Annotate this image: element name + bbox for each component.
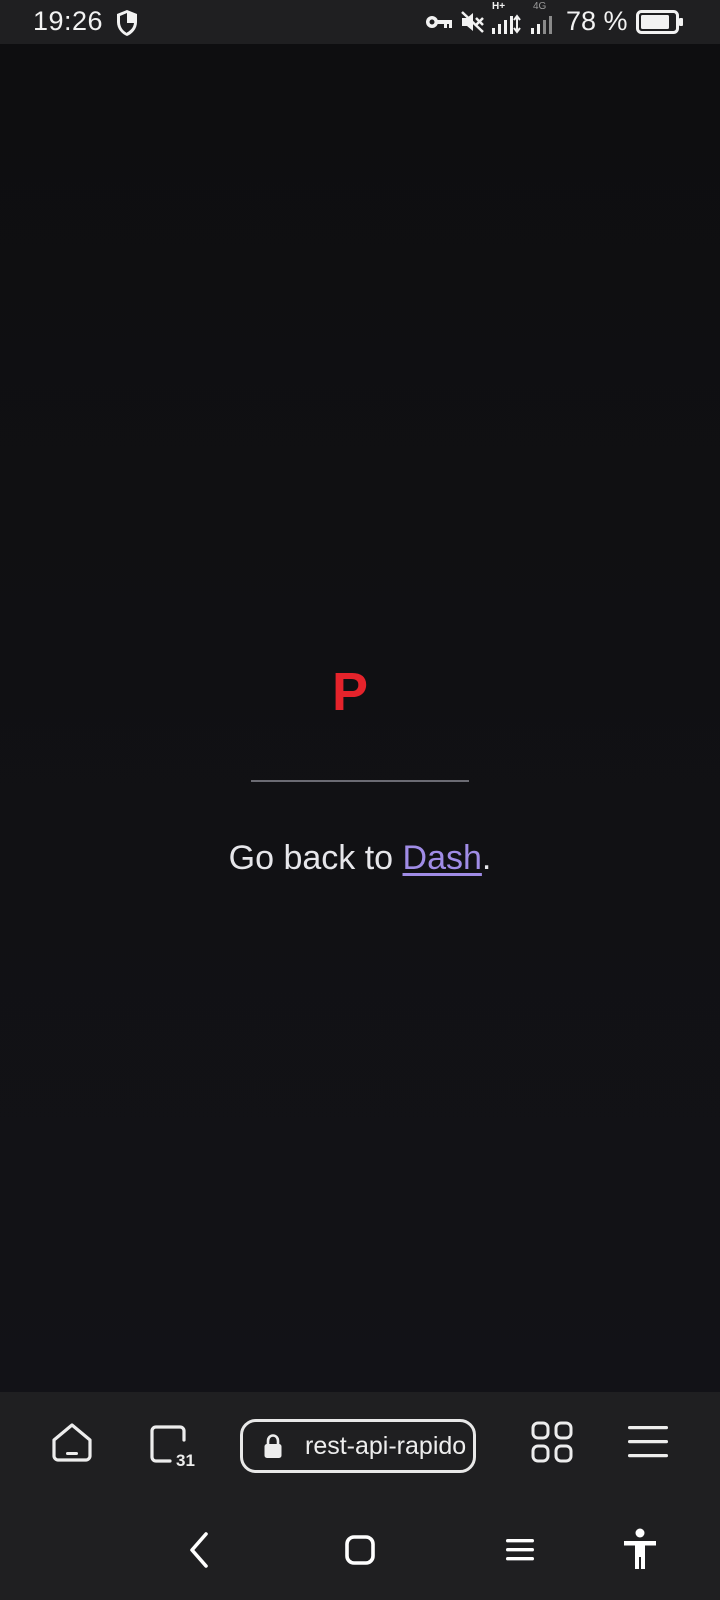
network-type-label: 4G: [533, 1, 547, 12]
system-nav-bar: [0, 1502, 720, 1600]
logo-letter: P: [331, 662, 369, 722]
battery-percent: 78 %: [566, 6, 628, 36]
url-text: rest-api-rapido: [305, 1432, 467, 1460]
shield-icon: [117, 10, 137, 36]
web-page: P Go back to Dash.: [0, 44, 720, 1392]
go-back-suffix: .: [481, 839, 492, 877]
vpn-key-icon: [426, 16, 452, 28]
signal-icon: [531, 16, 552, 34]
home-square-icon[interactable]: [332, 1522, 388, 1578]
status-bar: 19:26 H+ 4G 78 %: [0, 0, 720, 44]
divider: [251, 780, 469, 782]
menu-icon[interactable]: [618, 1412, 678, 1472]
go-back-prefix: Go back to: [228, 839, 403, 877]
go-back-text: Go back to Dash.: [0, 836, 720, 880]
status-time: 19:26: [33, 6, 104, 36]
url-bar[interactable]: rest-api-rapido: [240, 1419, 476, 1473]
battery-icon: [636, 10, 683, 34]
home-icon[interactable]: [42, 1412, 102, 1472]
back-icon[interactable]: [172, 1522, 228, 1578]
mute-icon: [461, 11, 484, 33]
dash-link[interactable]: Dash: [403, 839, 482, 877]
network-type-label: H+: [492, 1, 506, 12]
tabs-count: 31: [176, 1451, 195, 1470]
grid-icon[interactable]: [522, 1412, 582, 1472]
lock-icon: [264, 1434, 282, 1458]
signal-icon: [492, 14, 521, 34]
accessibility-icon[interactable]: [612, 1522, 668, 1578]
recents-icon[interactable]: [492, 1522, 548, 1578]
browser-toolbar: 31 rest-api-rapido: [0, 1392, 720, 1502]
